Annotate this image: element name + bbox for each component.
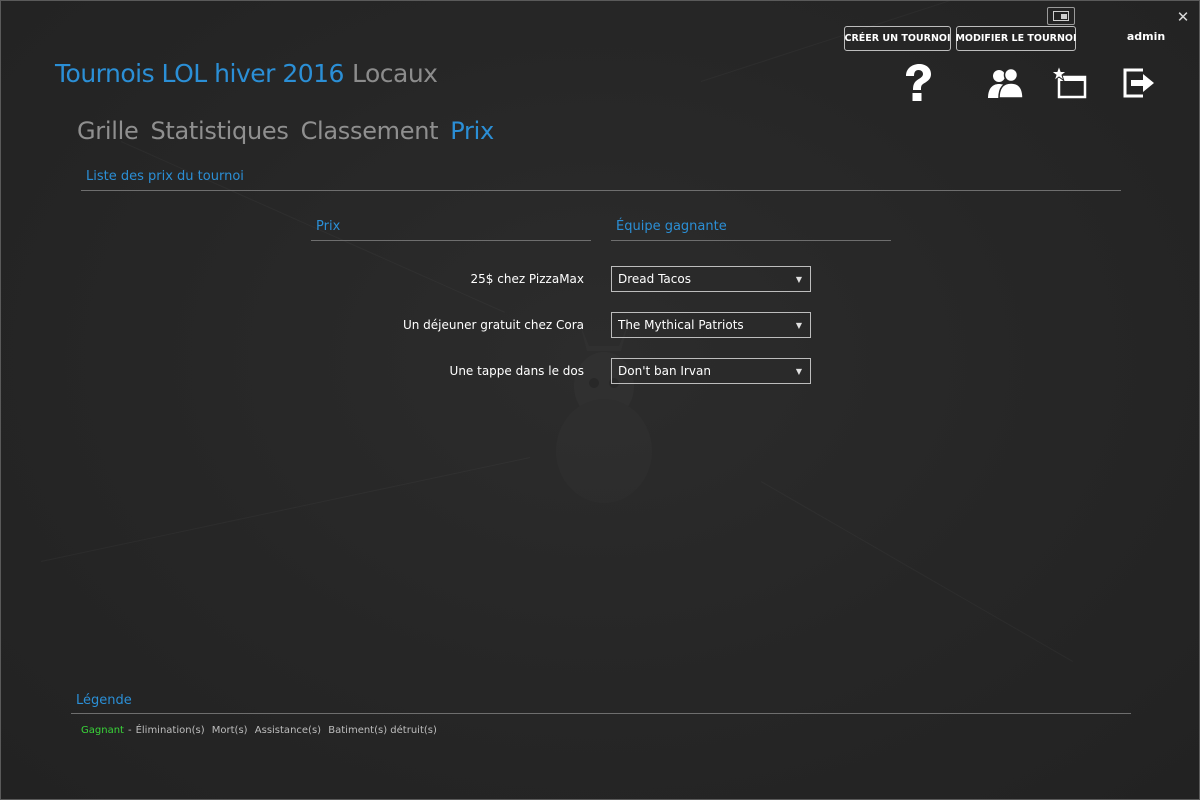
logout-button[interactable]	[1119, 64, 1159, 102]
dropdown-arrow-icon: ▼	[795, 274, 803, 284]
prize-label: Une tappe dans le dos	[449, 364, 584, 378]
modify-tournament-button[interactable]: MODIFIER LE TOURNOI	[955, 26, 1077, 51]
column-divider	[611, 240, 891, 241]
winning-team-select[interactable]: Don't ban Irvan ▼	[611, 358, 811, 384]
winning-team-select[interactable]: Dread Tacos ▼	[611, 266, 811, 292]
background-scratch	[41, 457, 530, 562]
legend-item-eliminations: Élimination(s)	[135, 725, 205, 736]
teams-icon	[988, 67, 1024, 99]
tab-grille[interactable]: Grille	[77, 117, 139, 145]
tab-classement[interactable]: Classement	[301, 117, 439, 145]
legend-divider	[71, 713, 1131, 714]
legend-item-assists: Assistance(s)	[254, 725, 322, 736]
new-window-icon	[1050, 64, 1087, 99]
create-tournament-button[interactable]: CRÉER UN TOURNOI	[844, 26, 951, 51]
logout-icon	[1123, 68, 1154, 98]
snap-window-button[interactable]	[1047, 7, 1075, 25]
winning-team-value: The Mythical Patriots	[618, 318, 744, 332]
teams-button[interactable]	[986, 64, 1026, 102]
help-icon	[906, 64, 931, 101]
dropdown-arrow-icon: ▼	[795, 366, 803, 376]
tournament-title: Tournois LOL hiver 2016	[55, 59, 344, 88]
tournament-subtitle: Locaux	[351, 59, 438, 88]
winning-team-value: Don't ban Irvan	[618, 364, 711, 378]
tab-prix[interactable]: Prix	[450, 117, 494, 145]
legend-separator: -	[127, 725, 132, 736]
help-button[interactable]	[898, 64, 938, 102]
section-title: Liste des prix du tournoi	[86, 169, 244, 184]
main-nav: Grille Statistiques Classement Prix	[77, 117, 494, 145]
page-title: Tournois LOL hiver 2016 Locaux	[55, 59, 438, 88]
background-scratch	[761, 481, 1073, 662]
column-divider	[311, 240, 591, 241]
close-icon: ✕	[1176, 8, 1190, 26]
legend-items: Gagnant - Élimination(s) Mort(s) Assistanc…	[81, 725, 441, 736]
winning-team-value: Dread Tacos	[618, 272, 691, 286]
dropdown-arrow-icon: ▼	[795, 320, 803, 330]
legend-item-deaths: Mort(s)	[211, 725, 248, 736]
prize-label: Un déjeuner gratuit chez Cora	[402, 318, 584, 332]
winning-team-select[interactable]: The Mythical Patriots ▼	[611, 312, 811, 338]
legend-title: Légende	[76, 693, 132, 708]
close-window-button[interactable]: ✕	[1173, 7, 1193, 27]
section-divider	[81, 190, 1121, 191]
tab-statistiques[interactable]: Statistiques	[150, 117, 288, 145]
legend-winner: Gagnant	[81, 725, 124, 736]
app-window: ✕ CRÉER UN TOURNOI MODIFIER LE TOURNOI a…	[0, 0, 1200, 800]
snap-window-icon	[1053, 11, 1069, 21]
column-header-winning-team: Équipe gagnante	[616, 219, 727, 234]
prize-label: 25$ chez PizzaMax	[470, 272, 584, 286]
legend-item-buildings: Batiment(s) détruit(s)	[328, 725, 437, 736]
user-name: admin	[1126, 30, 1166, 43]
new-window-button[interactable]	[1050, 64, 1091, 102]
background-scratch	[121, 141, 505, 313]
column-header-prize: Prix	[316, 219, 341, 234]
